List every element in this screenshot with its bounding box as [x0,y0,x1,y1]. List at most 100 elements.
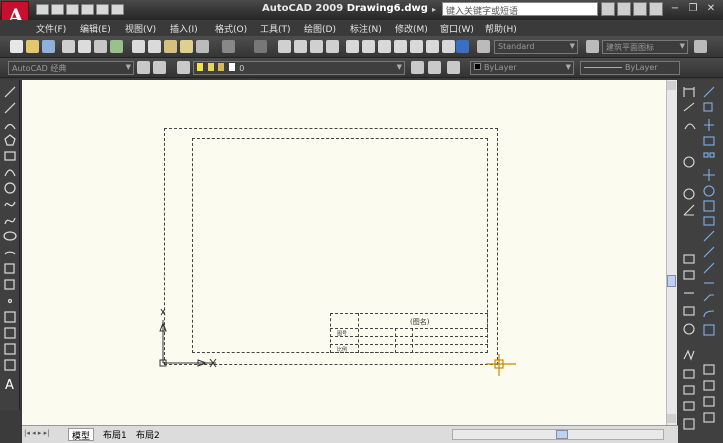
dim-style-value: 建筑平面图标 [606,43,654,52]
menu-help[interactable]: 帮助(H) [485,22,517,35]
menu-dimension[interactable]: 标注(N) [350,22,382,35]
help-icon[interactable] [649,2,663,16]
print-icon[interactable] [81,4,94,15]
design-center-icon[interactable] [362,40,375,53]
zoom-realtime-icon[interactable] [294,40,307,53]
qnew-icon[interactable] [10,40,23,53]
markup-icon[interactable] [410,40,423,53]
plot-icon[interactable] [62,40,75,53]
tool-palettes-icon[interactable] [378,40,391,53]
open-file-icon[interactable] [51,4,64,15]
layer-states-icon[interactable] [447,61,460,74]
color-select[interactable]: ByLayer ▼ [470,61,574,75]
zoom-window-icon[interactable] [310,40,323,53]
menu-format[interactable]: 格式(O) [215,22,247,35]
tab-layout1[interactable]: 布局1 [100,428,130,441]
workspace-settings-icon[interactable] [137,61,150,74]
title-block-title: (图名) [410,318,430,326]
chevron-down-icon: ▼ [569,42,575,50]
title-block-divider [330,328,488,329]
dim-style-icon [683,418,695,430]
break-icon [703,262,715,274]
circle-icon [4,182,16,194]
construction-line-icon [4,102,16,114]
tab-nav-arrows-icon[interactable]: |◂ ◂ ▸ ▸| [24,429,64,440]
chevron-down-icon: ▼ [396,63,402,71]
scroll-down-icon[interactable] [667,414,676,423]
title-block-divider [358,313,359,353]
gradient-icon [4,327,16,339]
layer-previous-icon[interactable] [428,61,441,74]
paste-icon[interactable] [164,40,177,53]
copy-icon[interactable] [148,40,161,53]
make-object-layer-current-icon[interactable] [411,61,424,74]
3d-dwf-icon[interactable] [110,40,123,53]
layer-select[interactable]: 0 ▼ [193,61,405,75]
search-input[interactable]: 键入关键字或短语 [442,2,598,17]
search-icon[interactable] [601,2,615,16]
tab-model[interactable]: 模型 [68,428,95,442]
title-block-row3: 比例 [337,347,348,353]
menu-edit[interactable]: 编辑(E) [80,22,111,35]
tab-layout2[interactable]: 布局2 [133,428,163,441]
spline-icon [4,217,16,225]
dim-style-select[interactable]: 建筑平面图标 ▼ [602,40,688,54]
title-block-divider [330,344,488,345]
diameter-dim-icon [683,188,695,200]
menu-window[interactable]: 窗口(W) [440,22,474,35]
help-icon[interactable] [456,40,469,53]
menu-view[interactable]: 视图(V) [125,22,156,35]
menu-modify[interactable]: 修改(M) [395,22,428,35]
scroll-thumb[interactable] [667,275,676,287]
trim-icon [703,230,715,242]
close-button[interactable]: ✕ [704,3,718,15]
save-icon[interactable] [42,40,55,53]
array-icon [709,152,715,158]
layer-properties-icon[interactable] [177,61,190,74]
redo-icon[interactable] [111,4,124,15]
publish-icon[interactable] [94,40,107,53]
restore-button[interactable]: ❐ [686,3,700,15]
block-editor-icon[interactable] [196,40,209,53]
linetype-select[interactable]: ByLayer [580,61,680,75]
center-mark-icon [683,323,695,335]
new-file-icon[interactable] [36,4,49,15]
quickcalc-icon[interactable] [442,40,455,53]
menu-draw[interactable]: 绘图(D) [304,22,336,35]
menu-insert[interactable]: 插入(I) [170,22,198,35]
workspace-select[interactable]: AutoCAD 经典 ▼ [8,61,134,75]
erase-icon [703,86,715,98]
layer-color-icon [228,63,235,71]
linetype-value: ByLayer [625,63,658,72]
favorites-star-icon[interactable] [633,2,647,16]
match-properties-icon[interactable] [180,40,193,53]
vertical-scrollbar[interactable] [666,80,677,425]
lightbulb-icon [197,63,203,71]
zoom-previous-icon[interactable] [326,40,339,53]
move-icon [703,169,715,181]
table-style-icon [694,40,707,53]
menu-file[interactable]: 文件(F) [36,22,66,35]
layout-icon [703,364,715,375]
undo-icon[interactable] [96,4,109,15]
copy-object-icon [703,102,713,112]
text-style-select[interactable]: Standard ▼ [494,40,578,54]
save-icon[interactable] [66,4,79,15]
redo-icon[interactable] [254,40,267,53]
cut-icon[interactable] [132,40,145,53]
minimize-button[interactable]: − [668,3,682,15]
point-icon [7,298,13,304]
save-workspace-icon[interactable] [153,61,166,74]
multiline-text-icon: A [5,378,14,393]
scroll-up-icon[interactable] [667,81,676,90]
pan-icon[interactable] [278,40,291,53]
properties-icon[interactable] [346,40,359,53]
open-icon[interactable] [26,40,39,53]
menu-tools[interactable]: 工具(T) [260,22,291,35]
plot-preview-icon[interactable] [78,40,91,53]
sheet-set-icon[interactable] [394,40,407,53]
undo-icon[interactable] [222,40,235,53]
calculator-icon[interactable] [426,40,439,53]
horizontal-scroll-thumb[interactable] [556,430,568,439]
communication-center-icon[interactable] [617,2,631,16]
